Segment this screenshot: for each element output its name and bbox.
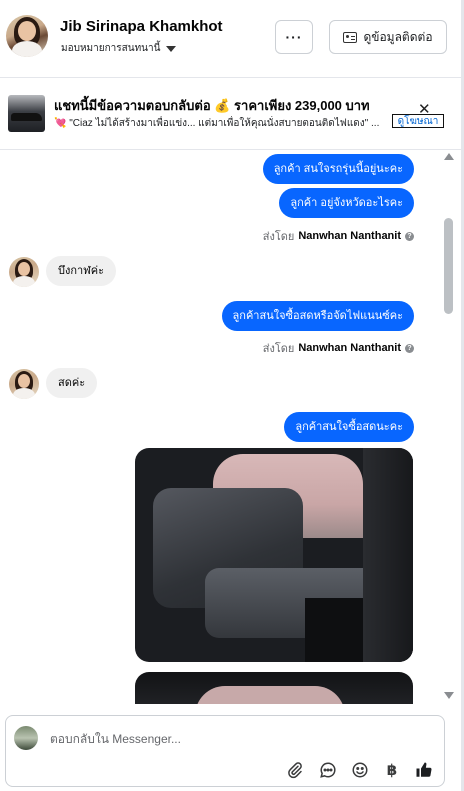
view-contact-info-button[interactable]: ดูข้อมูลติดต่อ — [329, 20, 447, 54]
question-icon[interactable]: ? — [405, 343, 414, 353]
conversation-header: Jib Sirinapa Khamkhot มอบหมายการสนทนานี้… — [0, 0, 464, 78]
sent-by-name[interactable]: Nanwhan Nanthanit — [298, 342, 401, 354]
message-thread[interactable]: ลูกค้า สนใจรถรุ่นนี้อยู่นะคะ ลูกค้า อยู่… — [0, 151, 440, 704]
ad-banner-text: 💘 "Ciaz ไม่ได้สร้างมาเพื่อแข่ง... แต่มาเ… — [54, 118, 380, 129]
sent-by-name[interactable]: Nanwhan Nanthanit — [298, 230, 401, 242]
sent-by-label: ส่งโดย Nanwhan Nanthanit ? — [263, 339, 414, 357]
ad-reply-banner: แชทนี้มีข้อความตอบกลับต่อ 💰 ราคาเพียง 23… — [0, 78, 464, 150]
contact-card-icon — [343, 31, 358, 43]
paperclip-icon[interactable] — [285, 760, 305, 780]
view-contact-info-label: ดูข้อมูลติดต่อ — [363, 29, 433, 44]
incoming-message[interactable]: บึงกาฬค่ะ — [46, 256, 116, 286]
more-options-button[interactable]: ··· — [275, 20, 313, 54]
assign-label: มอบหมายการสนทนานี้ — [61, 43, 161, 54]
scrollbar-thumb[interactable] — [444, 218, 453, 314]
ad-thumbnail — [8, 95, 45, 132]
chevron-down-icon — [166, 45, 177, 52]
outgoing-message[interactable]: ลูกค้าสนใจซื้อสดหรือจัดไฟแนนซ์คะ — [221, 301, 414, 331]
baht-icon[interactable]: ฿ — [382, 760, 402, 780]
contact-name[interactable]: Jib Sirinapa Khamkhot — [60, 18, 223, 35]
reply-input[interactable] — [50, 729, 430, 749]
message-composer: ฿ — [5, 715, 445, 787]
close-icon[interactable]: ✕ — [418, 102, 431, 117]
contact-avatar-small[interactable] — [9, 257, 39, 287]
smiley-icon[interactable] — [350, 760, 370, 780]
sent-by-label: ส่งโดย Nanwhan Nanthanit ? — [263, 227, 414, 245]
outgoing-message[interactable]: ลูกค้า สนใจรถรุ่นนี้อยู่นะคะ — [262, 154, 414, 184]
car-interior-photo[interactable] — [135, 672, 413, 704]
car-interior-photo[interactable] — [135, 448, 413, 662]
assign-conversation-dropdown[interactable]: มอบหมายการสนทนานี้ — [61, 41, 177, 56]
contact-avatar[interactable] — [6, 15, 48, 57]
scroll-down-arrow-icon[interactable] — [444, 692, 454, 699]
question-icon[interactable]: ? — [405, 231, 414, 241]
outgoing-message[interactable]: ลูกค้าสนใจซื้อสดนะคะ — [284, 412, 414, 442]
sent-by-prefix: ส่งโดย — [262, 231, 295, 243]
outgoing-message[interactable]: ลูกค้า อยู่จังหวัดอะไรคะ — [279, 188, 414, 218]
incoming-message[interactable]: สดค่ะ — [46, 368, 98, 398]
page-avatar — [14, 726, 38, 750]
chat-bubble-icon[interactable] — [318, 760, 338, 780]
thumbs-up-icon[interactable] — [414, 760, 434, 780]
contact-avatar-small[interactable] — [9, 369, 39, 399]
scroll-up-arrow-icon[interactable] — [444, 153, 454, 160]
ad-banner-title: แชทนี้มีข้อความตอบกลับต่อ 💰 ราคาเพียง 23… — [54, 98, 370, 113]
sent-by-prefix: ส่งโดย — [262, 343, 295, 355]
